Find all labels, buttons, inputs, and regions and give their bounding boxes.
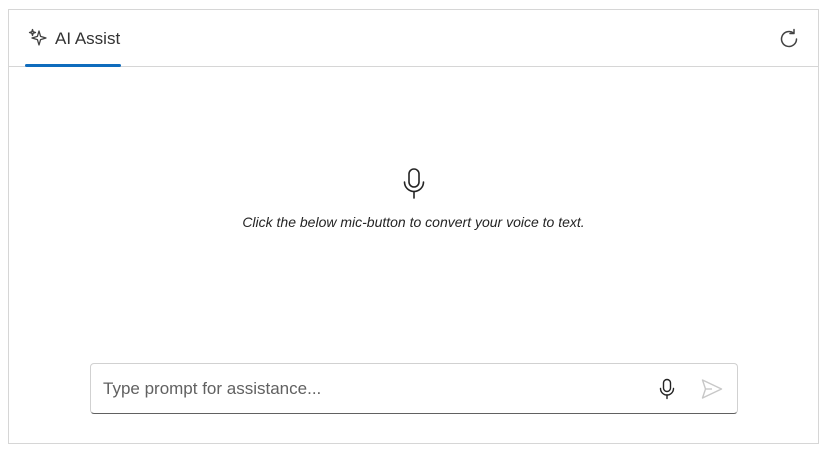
tab-ai-assist[interactable]: AI Assist	[25, 10, 121, 67]
prompt-box	[90, 363, 738, 414]
empty-state-message: Click the below mic-button to convert yo…	[242, 214, 585, 230]
panel-header: AI Assist	[9, 10, 818, 67]
empty-state: Click the below mic-button to convert yo…	[9, 167, 818, 231]
panel-content: Click the below mic-button to convert yo…	[9, 67, 818, 444]
refresh-icon[interactable]	[777, 27, 801, 51]
ai-assist-panel: AI Assist Click the below mic-button to …	[8, 9, 819, 444]
microphone-icon[interactable]	[657, 378, 677, 400]
sparkle-icon	[28, 28, 48, 48]
microphone-icon	[400, 167, 428, 201]
tab-label: AI Assist	[55, 29, 121, 48]
prompt-input[interactable]	[103, 364, 633, 413]
send-icon[interactable]	[700, 378, 724, 400]
